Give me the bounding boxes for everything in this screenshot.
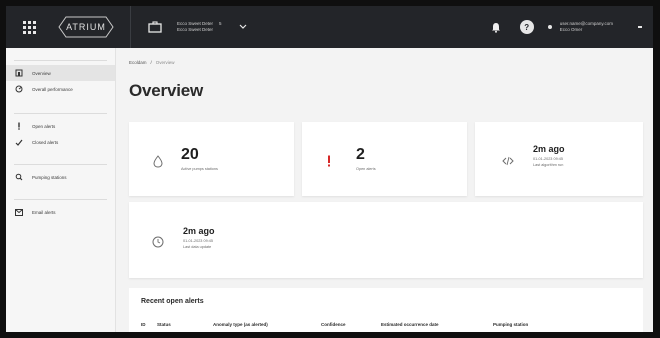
data-update-label: Last data update bbox=[183, 245, 212, 249]
exclamation-icon bbox=[14, 122, 24, 130]
sidebar-item-label: Overview bbox=[32, 70, 51, 76]
open-alerts-label: Open alerts bbox=[356, 167, 376, 171]
exclamation-icon bbox=[322, 154, 336, 168]
atrium-logo[interactable]: ATRIUM bbox=[58, 16, 114, 38]
user-status-icon bbox=[547, 25, 552, 29]
sidebar-item-pumping-stations[interactable]: Pumping stations bbox=[6, 169, 115, 185]
breadcrumb-root[interactable]: Ecoldam bbox=[129, 60, 147, 65]
data-update-date: 01-01-2023 09:45 bbox=[183, 239, 213, 243]
algorithm-run-value: 2m ago bbox=[533, 144, 565, 154]
column-header-status[interactable]: Status bbox=[157, 322, 213, 327]
bell-icon[interactable] bbox=[486, 22, 506, 33]
sidebar-item-label: Open alerts bbox=[32, 123, 56, 129]
column-header-pumping-station[interactable]: Pumping station bbox=[493, 322, 573, 327]
sidebar-item-overview[interactable]: Overview bbox=[6, 65, 115, 81]
column-header-id[interactable]: ID bbox=[141, 322, 157, 327]
chevron-down-icon[interactable] bbox=[238, 22, 248, 32]
email-icon bbox=[14, 208, 24, 216]
water-drop-icon bbox=[151, 154, 165, 168]
user-menu[interactable]: user.name@company.com Ecco Omer bbox=[560, 21, 613, 33]
algorithm-run-date: 01-01-2023 09:45 bbox=[533, 157, 563, 161]
breadcrumb-current: Overview bbox=[155, 60, 175, 65]
sidebar-item-label: Overall performance bbox=[32, 86, 73, 92]
recent-alerts-table-header: ID Status Anomaly type (as alerted) Conf… bbox=[141, 322, 573, 327]
recent-alerts-panel: Recent open alerts ID Status Anomaly typ… bbox=[129, 288, 643, 332]
column-header-occurrence-date[interactable]: Estimated occurrence date bbox=[381, 322, 493, 327]
sidebar-item-email-alerts[interactable]: Email alerts bbox=[6, 204, 115, 220]
algorithm-run-card[interactable]: 2m ago 01-01-2023 09:45 Last algorithm r… bbox=[475, 122, 643, 196]
open-alerts-card[interactable]: 2 Open alerts bbox=[302, 122, 467, 196]
sidebar: Overview Overall performance Open alerts… bbox=[6, 48, 116, 332]
open-alerts-value: 2 bbox=[356, 146, 365, 163]
page-title: Overview bbox=[129, 81, 204, 100]
column-header-anomaly-type[interactable]: Anomaly type (as alerted) bbox=[213, 322, 321, 327]
column-header-confidence[interactable]: Confidence bbox=[321, 322, 381, 327]
asset-switcher[interactable]: Ecco Sweet Deter 5 Ecco Sweet Deter bbox=[177, 21, 222, 33]
data-update-card[interactable]: 2m ago 01-01-2023 09:45 Last data update bbox=[129, 202, 643, 278]
grid-icon bbox=[22, 20, 36, 34]
sidebar-item-label: Closed alerts bbox=[32, 139, 59, 145]
data-update-value: 2m ago bbox=[183, 226, 215, 236]
main-content: Ecoldam / Overview Overview 20 Active pu… bbox=[117, 48, 653, 332]
sidebar-item-overall-performance[interactable]: Overall performance bbox=[6, 81, 115, 97]
clock-icon bbox=[151, 235, 165, 249]
code-icon bbox=[501, 154, 515, 168]
search-icon bbox=[14, 173, 24, 181]
asset-sub: Ecco Sweet Deter bbox=[177, 27, 214, 32]
breadcrumb-separator: / bbox=[150, 60, 152, 65]
sidebar-item-label: Email alerts bbox=[32, 209, 56, 215]
sidebar-item-closed-alerts[interactable]: Closed alerts bbox=[6, 134, 115, 150]
app-window: ATRIUM Ecco Sweet Deter 5 Ecco Sweet Det… bbox=[6, 6, 653, 332]
app-launcher-button[interactable] bbox=[14, 6, 44, 48]
home-icon bbox=[14, 69, 24, 77]
check-icon bbox=[14, 139, 24, 146]
stations-label: Active pumps stations bbox=[181, 167, 218, 171]
briefcase-icon bbox=[145, 6, 165, 48]
sidebar-item-label: Pumping stations bbox=[32, 174, 67, 180]
top-right-actions: ? user.name@company.com Ecco Omer bbox=[486, 6, 653, 48]
algorithm-run-label: Last algorithm run bbox=[533, 163, 564, 167]
top-bar: ATRIUM Ecco Sweet Deter 5 Ecco Sweet Det… bbox=[6, 6, 653, 48]
user-role: Ecco Omer bbox=[559, 27, 583, 32]
gauge-icon bbox=[14, 85, 24, 93]
stations-card[interactable]: 20 Active pumps stations bbox=[129, 122, 294, 196]
logo-text: ATRIUM bbox=[66, 22, 106, 32]
help-button[interactable]: ? bbox=[519, 20, 534, 34]
recent-alerts-title: Recent open alerts bbox=[141, 298, 204, 305]
divider bbox=[130, 6, 131, 48]
more-menu-icon[interactable] bbox=[633, 26, 647, 28]
breadcrumb: Ecoldam / Overview bbox=[129, 60, 175, 65]
stations-value: 20 bbox=[181, 146, 199, 163]
sidebar-item-open-alerts[interactable]: Open alerts bbox=[6, 118, 115, 134]
